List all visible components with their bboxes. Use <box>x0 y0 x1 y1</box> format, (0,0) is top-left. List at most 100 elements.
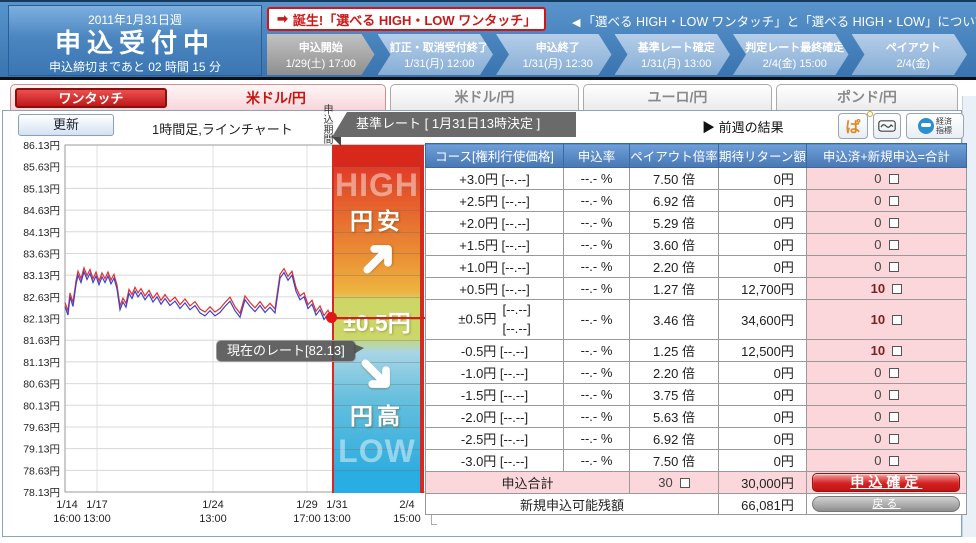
order-count-cell[interactable]: 0 <box>806 362 966 384</box>
application-rate-cell: --.- % <box>564 300 630 340</box>
order-count-checkbox[interactable] <box>889 368 899 378</box>
course-cell: -2.5円 [--.--] <box>426 428 564 450</box>
tab-usdjpy[interactable]: 米ドル/円 <box>390 84 579 110</box>
tab-eurjpy[interactable]: ユーロ/円 <box>583 84 772 110</box>
order-count-cell[interactable]: 0 <box>806 190 966 212</box>
refresh-button[interactable]: 更新 <box>18 114 114 136</box>
order-total-label: 申込合計 <box>426 472 630 494</box>
chart-type-label: 1時間足,ラインチャート <box>152 119 293 138</box>
prev-week-results-link[interactable]: ▶ 前週の結果 <box>702 117 784 136</box>
course-row: ±0.5円[--.--][--.--]--.- %3.46 倍34,600円10 <box>426 300 967 340</box>
course-cell: +1.0円 [--.--] <box>426 256 564 278</box>
order-count-value: 0 <box>874 453 881 468</box>
current-rate-line <box>329 317 425 319</box>
expected-return-cell: 12,500円 <box>719 340 807 362</box>
x-axis-tick: 1/14 <box>56 499 77 511</box>
course-cell: -1.0円 [--.--] <box>426 362 564 384</box>
economic-indicators-icon-button[interactable]: 経済指標 <box>906 113 964 139</box>
application-period-label: 申込期間 <box>320 104 333 164</box>
order-count-checkbox[interactable] <box>889 412 899 422</box>
new-feature-banner-label: 誕生!「選べる HIGH・LOW ワンタッチ」 <box>293 10 536 29</box>
balance-row: 新規申込可能残額66,081円戻る <box>426 494 967 515</box>
y-axis-tick: 82.13円 <box>23 314 60 326</box>
balance-amount: 66,081円 <box>719 494 807 515</box>
order-count-checkbox[interactable] <box>892 284 902 294</box>
order-count-value: 0 <box>874 171 881 186</box>
order-count-checkbox[interactable] <box>892 346 902 356</box>
payout-multiplier-cell: 2.20 倍 <box>630 256 719 278</box>
column-header-1: 申込率 <box>564 144 630 168</box>
order-count-checkbox[interactable] <box>889 240 899 250</box>
balance-label: 新規申込可能残額 <box>426 494 719 515</box>
order-count-checkbox[interactable] <box>889 434 899 444</box>
order-count-cell[interactable]: 10 <box>806 340 966 362</box>
back-button[interactable]: 戻る <box>812 496 960 512</box>
order-count-checkbox[interactable] <box>892 315 902 325</box>
order-total-row: 申込合計3030,000円申込確定 <box>426 472 967 494</box>
course-cell: +0.5円 [--.--] <box>426 278 564 300</box>
timeline-stage-label: 判定レート最終確定 <box>741 39 849 55</box>
highlow-bottom-band <box>334 471 420 493</box>
order-count-checkbox[interactable] <box>889 262 899 272</box>
course-cell: -2.0円 [--.--] <box>426 406 564 428</box>
order-count-value: 10 <box>871 312 885 327</box>
course-cell: -0.5円 [--.--] <box>426 340 564 362</box>
order-count-cell[interactable]: 0 <box>806 384 966 406</box>
expected-return-cell: 0円 <box>719 384 807 406</box>
order-count-cell[interactable]: 0 <box>806 234 966 256</box>
tab-gbpjpy[interactable]: ポンド/円 <box>776 84 958 110</box>
order-count-cell[interactable]: 0 <box>806 212 966 234</box>
order-count-checkbox[interactable] <box>889 196 899 206</box>
expected-return-cell: 12,700円 <box>719 278 807 300</box>
course-row: -2.5円 [--.--]--.- %6.92 倍0円0 <box>426 428 967 450</box>
course-row: -0.5円 [--.--]--.- %1.25 倍12,500円10 <box>426 340 967 362</box>
course-cell: -1.5円 [--.--] <box>426 384 564 406</box>
expected-return-cell: 0円 <box>719 168 807 190</box>
payout-multiplier-cell: 7.50 倍 <box>630 450 719 472</box>
order-count-cell[interactable]: 0 <box>806 450 966 472</box>
new-feature-banner[interactable]: ➡ 誕生!「選べる HIGH・LOW ワンタッチ」 <box>267 7 546 31</box>
confirm-order-button[interactable]: 申込確定 <box>812 473 960 492</box>
order-count-cell[interactable]: 10 <box>806 278 966 300</box>
order-count-cell[interactable]: 0 <box>806 256 966 278</box>
course-row: -3.0円 [--.--]--.- %7.50 倍0円0 <box>426 450 967 472</box>
order-count-checkbox[interactable] <box>889 456 899 466</box>
payout-multiplier-cell: 2.20 倍 <box>630 362 719 384</box>
timeline-stage-label: 基準レート確定 <box>623 39 731 55</box>
y-axis-tick: 84.63円 <box>23 205 60 217</box>
column-header-3: 期待リターン額 <box>719 144 807 168</box>
payout-multiplier-cell: 5.29 倍 <box>630 212 719 234</box>
mid-band-label: ±0.5円 <box>334 304 420 338</box>
week-label: 2011年1月31日週 <box>9 11 261 28</box>
order-count-value: 0 <box>874 365 881 380</box>
application-rate-cell: --.- % <box>564 340 630 362</box>
order-count-checkbox[interactable] <box>889 390 899 400</box>
timeline-stage-label: ペイアウト <box>860 39 968 55</box>
patto-mi-technical-icon-button[interactable]: ぱ <box>838 113 868 139</box>
order-count-checkbox[interactable] <box>889 174 899 184</box>
active-tab-label: 米ドル/円 <box>167 88 385 108</box>
order-count-cell[interactable]: 10 <box>806 300 966 340</box>
x-axis-tick: 15:00 <box>393 513 421 525</box>
x-axis-tick: 13:00 <box>323 513 351 525</box>
y-axis-tick: 80.63円 <box>23 379 60 391</box>
timeline-stage-datetime: 2/4(金) 15:00 <box>741 55 849 71</box>
y-axis-tick: 85.13円 <box>23 183 60 195</box>
y-axis-tick: 80.13円 <box>23 400 60 412</box>
y-axis-tick: 83.63円 <box>23 248 60 260</box>
timeline-stage-5: ペイアウト2/4(金) <box>852 34 968 75</box>
course-row: -2.0円 [--.--]--.- %5.63 倍0円0 <box>426 406 967 428</box>
y-axis-tick: 79.63円 <box>23 422 60 434</box>
order-count-cell[interactable]: 0 <box>806 406 966 428</box>
expected-return-cell: 0円 <box>719 190 807 212</box>
order-count-cell[interactable]: 0 <box>806 168 966 190</box>
chart-wave-icon-button[interactable] <box>873 113 901 139</box>
x-axis-tick: 1/31 <box>326 499 347 511</box>
payout-multiplier-cell: 3.75 倍 <box>630 384 719 406</box>
order-count-value: 0 <box>874 387 881 402</box>
order-count-checkbox[interactable] <box>889 218 899 228</box>
order-count-cell[interactable]: 0 <box>806 428 966 450</box>
low-label: LOW <box>334 433 420 470</box>
info-link[interactable]: ◀「選べる HIGH・LOW ワンタッチ」と「選べる HIGH・LOW」について… <box>572 11 976 30</box>
base-rate-banner-fold <box>332 137 341 146</box>
